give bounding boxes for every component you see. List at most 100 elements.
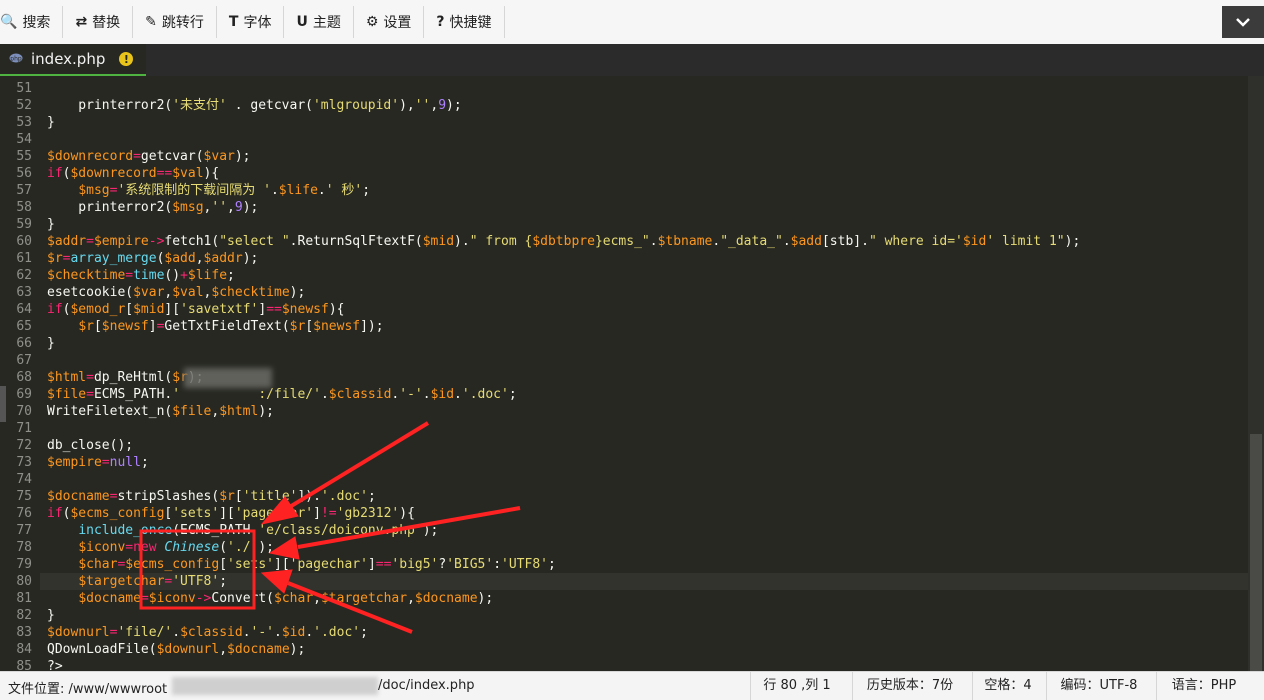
toolbar-goto-line-button[interactable]: ✎ 跳转行 bbox=[133, 6, 217, 38]
vertical-scrollbar[interactable] bbox=[1248, 76, 1264, 671]
line-number: 58 bbox=[16, 200, 32, 215]
language-selector[interactable]: 语言：PHP bbox=[1156, 672, 1251, 700]
goto-line-icon: ✎ bbox=[145, 14, 157, 30]
code-line[interactable]: printerror2('未支付' . getcvar('mlgroupid')… bbox=[40, 97, 1248, 114]
line-number: 72 bbox=[16, 438, 32, 453]
line-number: 82 bbox=[16, 608, 32, 623]
code-line[interactable] bbox=[40, 471, 1248, 488]
theme-icon: U bbox=[296, 14, 308, 30]
font-icon: T bbox=[228, 14, 239, 30]
toolbar-theme-button[interactable]: U 主题 bbox=[284, 6, 354, 38]
gear-icon: ⚙ bbox=[365, 14, 379, 30]
toolbar-keyboard-button[interactable]: ? 快捷键 bbox=[424, 6, 505, 38]
code-line[interactable]: $docname=$iconv->Convert($char,$targetch… bbox=[40, 590, 1248, 607]
code-line[interactable] bbox=[40, 352, 1248, 369]
unsaved-warning-icon: ! bbox=[119, 52, 134, 66]
code-line[interactable]: } bbox=[40, 216, 1248, 233]
file-path-label: 文件位置: bbox=[8, 682, 65, 697]
code-line[interactable]: WriteFiletext_n($file,$html); bbox=[40, 403, 1248, 420]
toolbar-label: 快捷键 bbox=[449, 15, 492, 31]
code-line[interactable]: $iconv=new Chinese('./'); bbox=[40, 539, 1248, 556]
line-number: 65 bbox=[16, 319, 32, 334]
line-number: 62 bbox=[16, 268, 32, 283]
code-line[interactable]: } bbox=[40, 114, 1248, 131]
code-line[interactable]: db_close(); bbox=[40, 437, 1248, 454]
toolbar-items: 🔍 搜索 ⇄ 替换 ✎ 跳转行 T 字体 U 主题 ⚙ 设置? 快捷键 bbox=[0, 6, 505, 38]
cursor-position[interactable]: 行 80 ,列 1 bbox=[750, 672, 843, 700]
line-number-gutter: 51 52 53 54 55 56 57 58 59 60 61 62 63 64 65 66 67 68 69 70… bbox=[0, 76, 40, 674]
collapse-button[interactable] bbox=[1222, 6, 1264, 38]
line-number: 79 bbox=[16, 557, 32, 572]
toolbar-replace-button[interactable]: ⇄ 替换 bbox=[63, 6, 134, 38]
line-number: 76 bbox=[16, 506, 32, 521]
line-number: 68 bbox=[16, 370, 32, 385]
code-line[interactable]: $r=array_merge($add,$addr); bbox=[40, 250, 1248, 267]
status-bar: 文件位置: /www/wwwroot /doc/index.php 行 80 ,… bbox=[0, 671, 1264, 700]
tab-index-php[interactable]: php index.php ! bbox=[0, 44, 146, 76]
code-line[interactable]: $docname=stripSlashes($r['title']).'.doc… bbox=[40, 488, 1248, 505]
code-line[interactable]: if($emod_r[$mid]['savetxtf']==$newsf){ bbox=[40, 301, 1248, 318]
svg-text:php: php bbox=[10, 56, 22, 63]
code-line[interactable]: $empire=null; bbox=[40, 454, 1248, 471]
php-file-icon: php bbox=[9, 51, 23, 67]
code-line[interactable] bbox=[40, 420, 1248, 437]
history-versions[interactable]: 历史版本：7份 bbox=[852, 672, 967, 700]
code-line[interactable]: $file=ECMS_PATH.' :/file/'.$classid.'-'.… bbox=[40, 386, 1248, 403]
code-line[interactable] bbox=[40, 131, 1248, 148]
code-line[interactable]: $r[$newsf]=GetTxtFieldText($r[$newsf]); bbox=[40, 318, 1248, 335]
line-number: 55 bbox=[16, 149, 32, 164]
line-number: 56 bbox=[16, 166, 32, 181]
code-line[interactable]: $checktime=time()+$life; bbox=[40, 267, 1248, 284]
line-number: 64 bbox=[16, 302, 32, 317]
line-number: 53 bbox=[16, 115, 32, 130]
code-line[interactable]: QDownLoadFile($downurl,$docname); bbox=[40, 641, 1248, 658]
toolbar-font-button[interactable]: T 字体 bbox=[217, 6, 285, 38]
code-line[interactable]: } bbox=[40, 607, 1248, 624]
line-number: 54 bbox=[16, 132, 32, 147]
line-number: 84 bbox=[16, 642, 32, 657]
code-line[interactable]: } bbox=[40, 335, 1248, 352]
code-line[interactable]: include_once(ECMS_PATH.'e/class/doiconv.… bbox=[40, 522, 1248, 539]
search-icon: 🔍 bbox=[0, 14, 18, 30]
line-number: 71 bbox=[16, 421, 32, 436]
file-path-tail: /doc/index.php bbox=[378, 678, 475, 693]
top-toolbar: 🔍 搜索 ⇄ 替换 ✎ 跳转行 T 字体 U 主题 ⚙ 设置? 快捷键 bbox=[0, 0, 1264, 45]
line-number: 83 bbox=[16, 625, 32, 640]
file-tabbar: php index.php ! bbox=[0, 44, 1264, 76]
toolbar-search-button[interactable]: 🔍 搜索 bbox=[0, 6, 64, 38]
file-path: 文件位置: /www/wwwroot bbox=[8, 678, 167, 697]
replace-icon: ⇄ bbox=[75, 14, 88, 30]
line-number: 63 bbox=[16, 285, 32, 300]
code-line[interactable]: esetcookie($var,$val,$checktime); bbox=[40, 284, 1248, 301]
code-editor[interactable]: 51 52 53 54 55 56 57 58 59 60 61 62 63 64 65 66 67 68 69 70… bbox=[0, 76, 1264, 674]
code-line[interactable]: $char=$ecms_config['sets']['pagechar']==… bbox=[40, 556, 1248, 573]
code-line[interactable]: $targetchar='UTF8'; bbox=[40, 573, 1248, 590]
side-panel-handle[interactable] bbox=[0, 386, 6, 422]
code-line[interactable]: ?> bbox=[40, 658, 1248, 671]
indent-spaces[interactable]: 空格：4 bbox=[972, 672, 1043, 700]
line-number: 75 bbox=[16, 489, 32, 504]
scrollbar-thumb[interactable] bbox=[1250, 434, 1262, 671]
toolbar-gear-button[interactable]: ⚙ 设置 bbox=[354, 6, 425, 38]
line-number: 74 bbox=[16, 472, 32, 487]
code-line[interactable]: $msg='系统限制的下载间隔为 '.$life.' 秒'; bbox=[40, 182, 1248, 199]
code-line[interactable]: printerror2($msg,'',9); bbox=[40, 199, 1248, 216]
line-number: 61 bbox=[16, 251, 32, 266]
encoding-selector[interactable]: 编码：UTF-8 bbox=[1046, 672, 1151, 700]
file-path-head: /www/wwwroot bbox=[68, 682, 168, 697]
code-line[interactable]: $addr=$empire->fetch1("select ".ReturnSq… bbox=[40, 233, 1248, 250]
code-line[interactable]: $downurl='file/'.$classid.'-'.$id.'.doc'… bbox=[40, 624, 1248, 641]
line-number: 67 bbox=[16, 353, 32, 368]
toolbar-label: 设置 bbox=[383, 15, 412, 31]
code-line[interactable]: if($ecms_config['sets']['pagechar']!='gb… bbox=[40, 505, 1248, 522]
toolbar-label: 跳转行 bbox=[161, 15, 204, 31]
toolbar-label: 搜索 bbox=[22, 15, 51, 31]
line-number: 57 bbox=[16, 183, 32, 198]
code-line[interactable]: if($downrecord==$val){ bbox=[40, 165, 1248, 182]
code-line[interactable] bbox=[40, 80, 1248, 97]
keyboard-icon: ? bbox=[436, 14, 445, 30]
line-number: 52 bbox=[16, 98, 32, 113]
line-number: 80 bbox=[16, 574, 32, 589]
code-line[interactable]: $downrecord=getcvar($var); bbox=[40, 148, 1248, 165]
line-number: 73 bbox=[16, 455, 32, 470]
